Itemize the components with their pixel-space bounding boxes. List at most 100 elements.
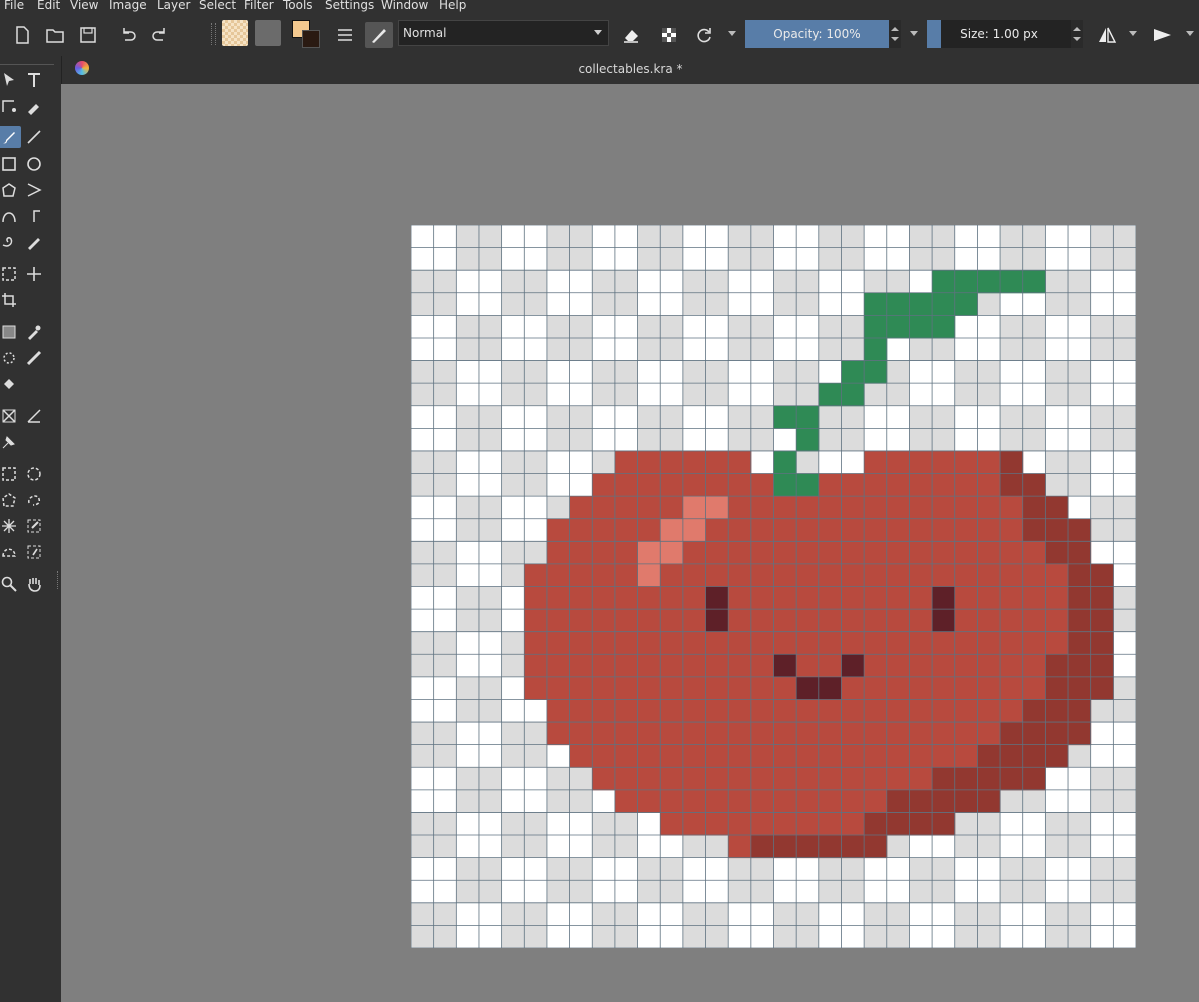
- brush-preset-icon[interactable]: [365, 22, 393, 48]
- art-pixel: [682, 496, 707, 520]
- color-picker-icon[interactable]: [22, 321, 46, 343]
- text-tool-icon[interactable]: [22, 69, 46, 91]
- colorize-mask-icon[interactable]: [0, 347, 21, 369]
- document-title[interactable]: collectables.kra *: [62, 62, 1199, 76]
- art-pixel: [818, 835, 842, 859]
- art-pixel: [909, 609, 933, 633]
- menu-image[interactable]: Image: [109, 0, 147, 12]
- edit-shapes-icon[interactable]: [0, 95, 21, 117]
- eraser-mode-icon[interactable]: [617, 22, 645, 48]
- art-pixel: [592, 631, 616, 655]
- art-pixel: [682, 473, 707, 497]
- art-pixel: [886, 496, 910, 520]
- reference-pin-icon[interactable]: [0, 431, 21, 453]
- polygon-tool-icon[interactable]: [0, 179, 21, 201]
- opacity-slider[interactable]: Opacity: 100%: [745, 20, 889, 48]
- chevron-down-icon[interactable]: [1129, 31, 1137, 36]
- art-pixel: [841, 473, 865, 497]
- art-pixel: [1045, 518, 1069, 542]
- art-pixel: [1068, 586, 1092, 610]
- crop-tool-icon[interactable]: [0, 289, 21, 311]
- freehand-brush-icon[interactable]: [0, 126, 21, 148]
- menu-layer[interactable]: Layer: [157, 0, 190, 12]
- art-pixel: [909, 315, 933, 339]
- mirror-vertical-icon[interactable]: [1148, 22, 1176, 48]
- new-document-icon[interactable]: [8, 22, 36, 48]
- reload-preset-icon[interactable]: [690, 22, 718, 48]
- art-pixel: [841, 360, 865, 384]
- save-icon[interactable]: [74, 22, 102, 48]
- chevron-down-icon[interactable]: [728, 31, 736, 36]
- ellipse-tool-icon[interactable]: [22, 153, 46, 175]
- brush-settings-icon[interactable]: [331, 22, 359, 48]
- art-pixel: [592, 744, 616, 768]
- menu-filter[interactable]: Filter: [244, 0, 274, 12]
- art-pixel: [841, 767, 865, 791]
- contiguous-selection-icon[interactable]: [0, 515, 21, 537]
- freehand-selection-icon[interactable]: [22, 489, 46, 511]
- pattern-preset-swatch[interactable]: [255, 20, 281, 46]
- elliptical-selection-icon[interactable]: [22, 463, 46, 485]
- menu-select[interactable]: Select: [199, 0, 236, 12]
- blend-mode-value: Normal: [403, 26, 447, 40]
- background-color-swatch[interactable]: [302, 30, 320, 48]
- menu-tools[interactable]: Tools: [283, 0, 313, 12]
- redo-icon[interactable]: [146, 22, 174, 48]
- magnetic-selection-icon[interactable]: [22, 541, 46, 563]
- zoom-tool-icon[interactable]: [0, 573, 21, 595]
- measure-tool-icon[interactable]: [22, 405, 46, 427]
- bezier-tool-icon[interactable]: [0, 205, 21, 227]
- menu-window[interactable]: Window: [381, 0, 428, 12]
- pan-tool-icon[interactable]: [22, 573, 46, 595]
- art-pixel: [909, 722, 933, 746]
- art-pixel: [886, 722, 910, 746]
- menu-settings[interactable]: Settings: [325, 0, 374, 12]
- move-tool-icon[interactable]: [22, 263, 46, 285]
- art-pixel: [773, 789, 797, 813]
- gradient-tool-icon[interactable]: [0, 321, 21, 343]
- pixel-art-canvas[interactable]: [411, 225, 1136, 948]
- smart-patch-icon[interactable]: [22, 347, 46, 369]
- calligraphy-icon[interactable]: [22, 95, 46, 117]
- rectangle-tool-icon[interactable]: [0, 153, 21, 175]
- menu-file[interactable]: File: [4, 0, 24, 12]
- preserve-alpha-icon[interactable]: [655, 22, 683, 48]
- art-pixel: [728, 767, 752, 791]
- rectangular-selection-icon[interactable]: [0, 463, 21, 485]
- size-slider[interactable]: Size: 1.00 px: [927, 20, 1071, 48]
- chevron-down-icon[interactable]: [1186, 31, 1194, 36]
- transform-tool-icon[interactable]: [0, 263, 21, 285]
- menu-help[interactable]: Help: [439, 0, 466, 12]
- bezier-selection-icon[interactable]: [0, 541, 21, 563]
- chevron-down-icon[interactable]: [910, 31, 918, 36]
- assistant-tool-icon[interactable]: [0, 405, 21, 427]
- freehand-path-icon[interactable]: [22, 205, 46, 227]
- art-pixel: [592, 767, 616, 791]
- blend-mode-select[interactable]: Normal: [398, 20, 609, 46]
- open-document-icon[interactable]: [41, 22, 69, 48]
- mirror-horizontal-icon[interactable]: [1093, 22, 1121, 48]
- art-pixel: [818, 812, 842, 836]
- menu-view[interactable]: View: [70, 0, 98, 12]
- line-tool-icon[interactable]: [22, 126, 46, 148]
- art-pixel: [886, 676, 910, 700]
- undo-icon[interactable]: [114, 22, 142, 48]
- similar-selection-icon[interactable]: [22, 515, 46, 537]
- size-spinner[interactable]: [1071, 20, 1083, 48]
- art-pixel: [954, 270, 978, 294]
- polyline-tool-icon[interactable]: [22, 179, 46, 201]
- fill-tool-icon[interactable]: [0, 373, 21, 395]
- art-pixel: [1068, 518, 1092, 542]
- art-pixel: [909, 767, 933, 791]
- select-shapes-icon[interactable]: [0, 69, 21, 91]
- opacity-spinner[interactable]: [889, 20, 901, 48]
- art-pixel: [796, 699, 820, 723]
- menu-edit[interactable]: Edit: [37, 0, 60, 12]
- art-pixel: [637, 631, 661, 655]
- color-selector[interactable]: [292, 20, 320, 48]
- art-pixel: [932, 789, 956, 813]
- dynamic-brush-icon[interactable]: [0, 231, 21, 253]
- multibrush-icon[interactable]: [22, 231, 46, 253]
- gradient-preset-swatch[interactable]: [222, 20, 248, 46]
- polygonal-selection-icon[interactable]: [0, 489, 21, 511]
